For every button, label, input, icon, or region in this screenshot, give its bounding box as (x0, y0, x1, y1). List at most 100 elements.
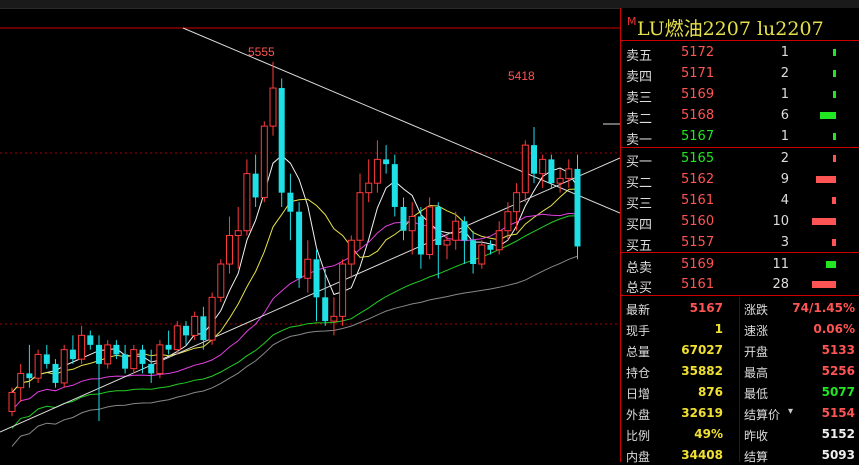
bid-row[interactable]: 总买 5161 28 (621, 275, 859, 296)
level-price: 5160 (681, 214, 715, 229)
level-label: 买一 (626, 155, 653, 170)
stat-label: 涨跌 (744, 303, 769, 317)
ma20-line (11, 212, 578, 411)
candle-body (183, 325, 189, 336)
level-volume: 3 (780, 235, 789, 250)
bid-row[interactable]: 买五 5157 3 (621, 233, 859, 254)
candle-body (461, 221, 468, 241)
stat-label: 昨收 (744, 429, 769, 443)
candle-body (470, 240, 477, 265)
candle-body (504, 211, 512, 232)
stat-row: 比例 49% 昨收 5152 (621, 425, 859, 444)
stat-value: 67027 (681, 343, 723, 357)
divider (621, 252, 859, 253)
stat-value: 5077 (821, 385, 855, 399)
level-label: 总卖 (626, 261, 653, 276)
candle-body (426, 206, 434, 256)
level-label: 买四 (626, 218, 653, 233)
candle-body (287, 192, 294, 212)
stat-value: 5154 (821, 406, 855, 420)
candle-body (391, 164, 398, 207)
kline-chart[interactable]: 5555 5418 (0, 0, 620, 462)
level-volume: 1 (780, 87, 789, 102)
stat-value: 0.06% (813, 322, 855, 336)
ask-row[interactable]: 卖二 5168 6 (621, 106, 859, 127)
candle-body (26, 373, 33, 379)
divider (621, 40, 859, 41)
stat-label: 最新 (626, 303, 651, 317)
candle-body (495, 230, 503, 251)
candle-body (574, 168, 581, 247)
candle-body (200, 316, 207, 341)
divider (621, 295, 859, 296)
bid-row[interactable]: 买二 5162 9 (621, 170, 859, 191)
level-price: 5169 (681, 257, 715, 272)
stat-row: 总量 67027 开盘 5133 (621, 341, 859, 360)
level-volume: 11 (772, 257, 789, 272)
bid-row[interactable]: 买一 5165 2 (621, 149, 859, 170)
candle-body (313, 259, 320, 298)
bid-row[interactable]: 买三 5161 4 (621, 191, 859, 212)
candle-body (60, 349, 68, 384)
candle-body (347, 239, 355, 265)
bid-row[interactable]: 买四 5160 10 (621, 212, 859, 233)
stat-value: 49% (694, 427, 723, 441)
ask-row[interactable]: 卖五 5172 1 (621, 43, 859, 64)
candle-body (104, 344, 112, 365)
candle-body (513, 192, 521, 213)
level-price: 5168 (681, 108, 715, 123)
candle-body (173, 325, 181, 351)
candle-body (243, 173, 251, 232)
instrument-title: M LU燃油2207 lu2207 (621, 12, 859, 40)
level-volume: 10 (772, 214, 789, 229)
candle-body (478, 244, 486, 265)
candle-body (408, 215, 416, 232)
volume-bar (820, 112, 836, 119)
ask-row[interactable]: 总卖 5169 11 (621, 255, 859, 276)
stat-row: 最新 5167 涨跌 74/1.45% (621, 299, 859, 318)
level-label: 买二 (626, 176, 653, 191)
candle-body (487, 245, 494, 250)
level-price: 5171 (681, 66, 715, 81)
level-volume: 28 (772, 277, 789, 292)
candle-body (330, 315, 338, 322)
stat-row: 现手 1 速涨 0.06% (621, 320, 859, 339)
candle-body (130, 349, 138, 370)
chevron-down-icon[interactable]: ▾ (788, 406, 793, 417)
volume-bar (833, 133, 836, 140)
level-volume: 2 (780, 151, 789, 166)
stat-value: 1 (714, 322, 723, 336)
candle-body (43, 354, 50, 364)
level-price: 5162 (681, 172, 715, 187)
candle-body (234, 230, 242, 236)
candle-body (17, 372, 25, 389)
level-price: 5161 (681, 277, 715, 292)
level-volume: 1 (780, 129, 789, 144)
candle-body (260, 125, 268, 198)
stat-value: 74/1.45% (792, 301, 855, 315)
stat-label: 持仓 (626, 366, 651, 380)
stat-label: 最高 (744, 366, 769, 380)
candle-body (322, 297, 329, 322)
candle-body (417, 216, 424, 255)
candle-body (148, 363, 155, 374)
candle-body (435, 206, 442, 245)
ask-row[interactable]: 卖三 5169 1 (621, 85, 859, 106)
level-volume: 9 (780, 172, 789, 187)
candle-body (556, 177, 564, 184)
candle-body (400, 206, 407, 231)
level-price: 5169 (681, 87, 715, 102)
stat-label: 总量 (626, 345, 651, 359)
candle-body (269, 87, 277, 127)
stat-row: 日增 876 最低 5077 (621, 383, 859, 402)
recent-high-label: 5418 (508, 69, 535, 83)
candle-body (252, 173, 259, 198)
level-volume: 6 (780, 108, 789, 123)
stat-label: 速涨 (744, 324, 769, 338)
level-price: 5161 (681, 193, 715, 208)
stat-label: 日增 (626, 387, 651, 401)
candle-body (443, 239, 451, 246)
ask-row[interactable]: 卖一 5167 1 (621, 127, 859, 148)
trend-line-up (0, 157, 620, 433)
ask-row[interactable]: 卖四 5171 2 (621, 64, 859, 85)
